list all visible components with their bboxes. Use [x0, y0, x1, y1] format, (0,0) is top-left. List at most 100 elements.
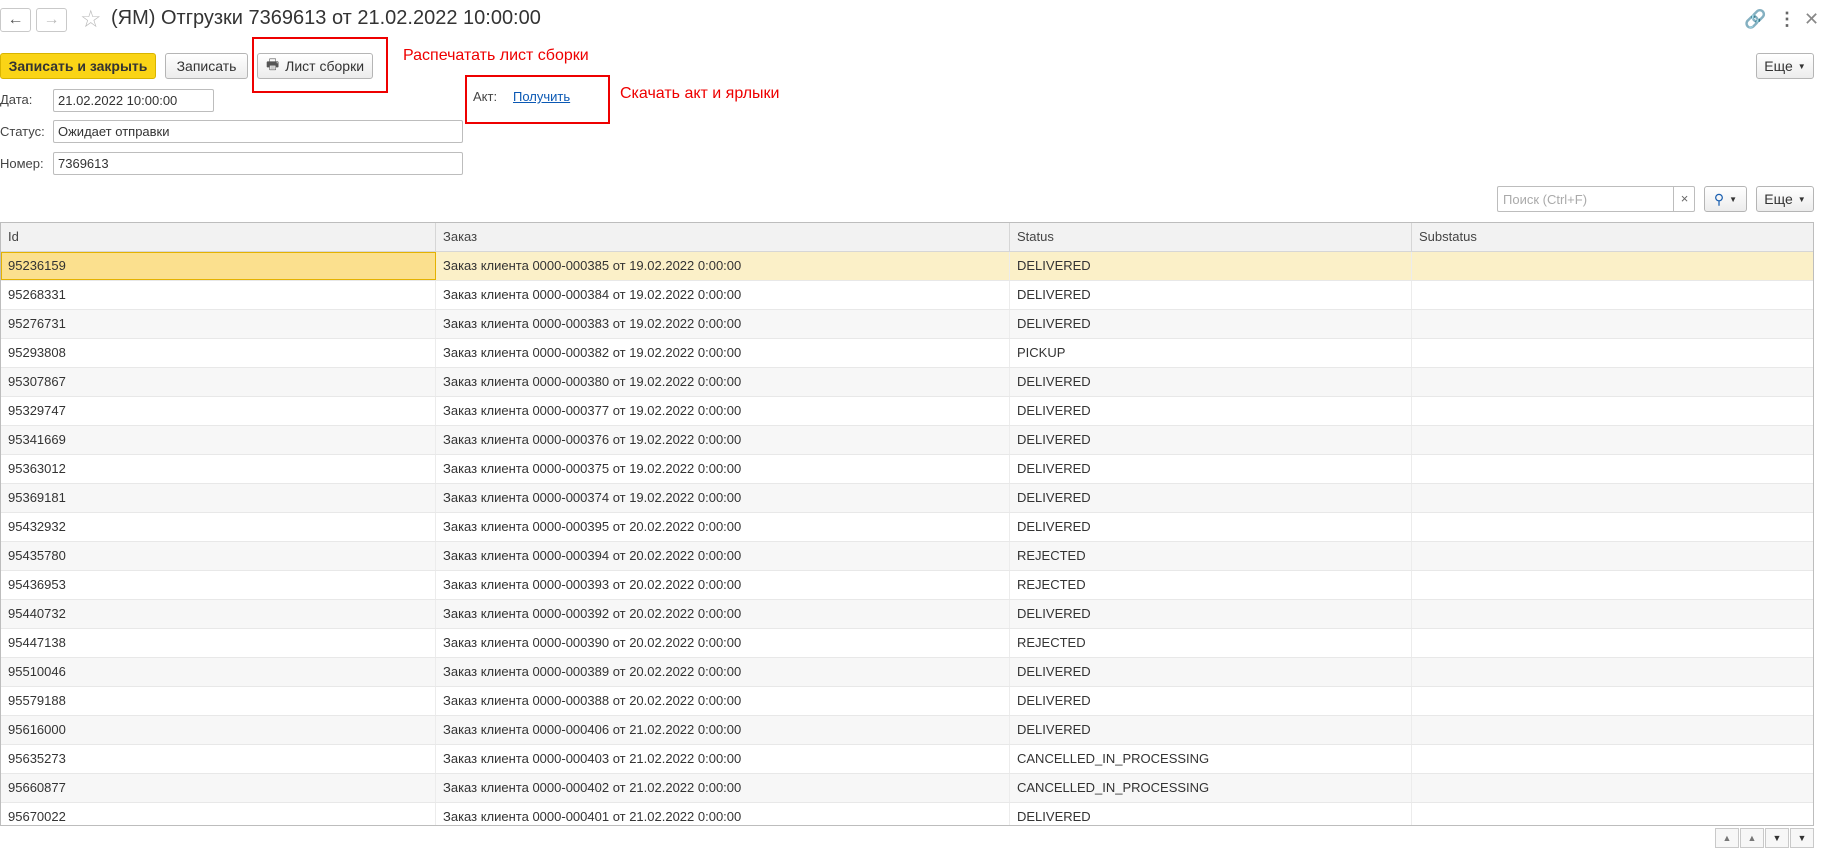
cell-substatus[interactable]	[1412, 310, 1813, 338]
clear-search-button[interactable]: ×	[1673, 187, 1695, 211]
cell-order[interactable]: Заказ клиента 0000-000392 от 20.02.2022 …	[436, 600, 1010, 628]
cell-substatus[interactable]	[1412, 455, 1813, 483]
cell-id[interactable]: 95440732	[1, 600, 436, 628]
table-row[interactable]: 95363012 Заказ клиента 0000-000375 от 19.…	[1, 455, 1813, 484]
cell-status[interactable]: REJECTED	[1010, 542, 1412, 570]
number-field[interactable]: 7369613	[53, 152, 463, 175]
cell-order[interactable]: Заказ клиента 0000-000377 от 19.02.2022 …	[436, 397, 1010, 425]
cell-status[interactable]: CANCELLED_IN_PROCESSING	[1010, 745, 1412, 773]
cell-order[interactable]: Заказ клиента 0000-000385 от 19.02.2022 …	[436, 252, 1010, 280]
cell-order[interactable]: Заказ клиента 0000-000406 от 21.02.2022 …	[436, 716, 1010, 744]
cell-order[interactable]: Заказ клиента 0000-000383 от 19.02.2022 …	[436, 310, 1010, 338]
cell-id[interactable]: 95616000	[1, 716, 436, 744]
cell-status[interactable]: DELIVERED	[1010, 368, 1412, 396]
table-row[interactable]: 95268331 Заказ клиента 0000-000384 от 19.…	[1, 281, 1813, 310]
table-row[interactable]: 95432932 Заказ клиента 0000-000395 от 20.…	[1, 513, 1813, 542]
cell-substatus[interactable]	[1412, 774, 1813, 802]
shipments-table[interactable]: Id Заказ Status Substatus 95236159 Заказ …	[0, 222, 1814, 826]
cell-substatus[interactable]	[1412, 252, 1813, 280]
cell-order[interactable]: Заказ клиента 0000-000374 от 19.02.2022 …	[436, 484, 1010, 512]
cell-substatus[interactable]	[1412, 542, 1813, 570]
cell-order[interactable]: Заказ клиента 0000-000384 от 19.02.2022 …	[436, 281, 1010, 309]
cell-order[interactable]: Заказ клиента 0000-000395 от 20.02.2022 …	[436, 513, 1010, 541]
table-row[interactable]: 95616000 Заказ клиента 0000-000406 от 21.…	[1, 716, 1813, 745]
cell-order[interactable]: Заказ клиента 0000-000394 от 20.02.2022 …	[436, 542, 1010, 570]
cell-id[interactable]: 95432932	[1, 513, 436, 541]
cell-id[interactable]: 95670022	[1, 803, 436, 825]
table-row[interactable]: 95440732 Заказ клиента 0000-000392 от 20.…	[1, 600, 1813, 629]
cell-status[interactable]: DELIVERED	[1010, 397, 1412, 425]
save-button[interactable]: Записать	[165, 53, 248, 79]
cell-substatus[interactable]	[1412, 571, 1813, 599]
table-row[interactable]: 95276731 Заказ клиента 0000-000383 от 19.…	[1, 310, 1813, 339]
cell-status[interactable]: DELIVERED	[1010, 716, 1412, 744]
cell-id[interactable]: 95329747	[1, 397, 436, 425]
cell-status[interactable]: REJECTED	[1010, 629, 1412, 657]
scroll-up-button[interactable]: ▲	[1740, 828, 1764, 848]
more-vertical-icon[interactable]: ⋮	[1778, 8, 1796, 30]
column-header-status[interactable]: Status	[1010, 223, 1412, 251]
table-row[interactable]: 95436953 Заказ клиента 0000-000393 от 20.…	[1, 571, 1813, 600]
cell-id[interactable]: 95436953	[1, 571, 436, 599]
cell-id[interactable]: 95635273	[1, 745, 436, 773]
link-icon[interactable]: 🔗	[1744, 8, 1766, 30]
save-and-close-button[interactable]: Записать и закрыть	[0, 53, 156, 79]
table-row[interactable]: 95369181 Заказ клиента 0000-000374 от 19.…	[1, 484, 1813, 513]
table-row[interactable]: 95510046 Заказ клиента 0000-000389 от 20.…	[1, 658, 1813, 687]
cell-status[interactable]: CANCELLED_IN_PROCESSING	[1010, 774, 1412, 802]
cell-order[interactable]: Заказ клиента 0000-000393 от 20.02.2022 …	[436, 571, 1010, 599]
cell-substatus[interactable]	[1412, 484, 1813, 512]
cell-order[interactable]: Заказ клиента 0000-000380 от 19.02.2022 …	[436, 368, 1010, 396]
table-row[interactable]: 95435780 Заказ клиента 0000-000394 от 20.…	[1, 542, 1813, 571]
cell-substatus[interactable]	[1412, 368, 1813, 396]
back-button[interactable]: ←	[0, 8, 31, 32]
cell-status[interactable]: DELIVERED	[1010, 281, 1412, 309]
cell-substatus[interactable]	[1412, 687, 1813, 715]
forward-button[interactable]: →	[36, 8, 67, 32]
table-row[interactable]: 95670022 Заказ клиента 0000-000401 от 21.…	[1, 803, 1813, 825]
cell-id[interactable]: 95276731	[1, 310, 436, 338]
cell-id[interactable]: 95369181	[1, 484, 436, 512]
cell-substatus[interactable]	[1412, 513, 1813, 541]
cell-status[interactable]: DELIVERED	[1010, 803, 1412, 825]
cell-order[interactable]: Заказ клиента 0000-000382 от 19.02.2022 …	[436, 339, 1010, 367]
cell-status[interactable]: REJECTED	[1010, 571, 1412, 599]
table-row[interactable]: 95329747 Заказ клиента 0000-000377 от 19.…	[1, 397, 1813, 426]
column-header-substatus[interactable]: Substatus	[1412, 223, 1813, 251]
cell-id[interactable]: 95660877	[1, 774, 436, 802]
cell-id[interactable]: 95341669	[1, 426, 436, 454]
cell-substatus[interactable]	[1412, 426, 1813, 454]
cell-substatus[interactable]	[1412, 716, 1813, 744]
search-options-button[interactable]: ⚲ ▼	[1704, 186, 1747, 212]
cell-order[interactable]: Заказ клиента 0000-000390 от 20.02.2022 …	[436, 629, 1010, 657]
cell-id[interactable]: 95510046	[1, 658, 436, 686]
scroll-down-button[interactable]: ▼	[1765, 828, 1789, 848]
cell-id[interactable]: 95307867	[1, 368, 436, 396]
cell-substatus[interactable]	[1412, 600, 1813, 628]
column-header-id[interactable]: Id	[1, 223, 436, 251]
cell-order[interactable]: Заказ клиента 0000-000402 от 21.02.2022 …	[436, 774, 1010, 802]
cell-status[interactable]: DELIVERED	[1010, 687, 1412, 715]
table-row[interactable]: 95307867 Заказ клиента 0000-000380 от 19.…	[1, 368, 1813, 397]
scroll-bottom-button[interactable]: ▼	[1790, 828, 1814, 848]
cell-id[interactable]: 95447138	[1, 629, 436, 657]
cell-order[interactable]: Заказ клиента 0000-000375 от 19.02.2022 …	[436, 455, 1010, 483]
favorite-star-icon[interactable]: ☆	[80, 6, 102, 34]
search-input[interactable]: Поиск (Ctrl+F)	[1503, 192, 1587, 207]
cell-status[interactable]: DELIVERED	[1010, 658, 1412, 686]
cell-order[interactable]: Заказ клиента 0000-000376 от 19.02.2022 …	[436, 426, 1010, 454]
cell-status[interactable]: DELIVERED	[1010, 426, 1412, 454]
cell-id[interactable]: 95293808	[1, 339, 436, 367]
scroll-top-button[interactable]: ▲	[1715, 828, 1739, 848]
cell-substatus[interactable]	[1412, 658, 1813, 686]
cell-id[interactable]: 95268331	[1, 281, 436, 309]
cell-id[interactable]: 95435780	[1, 542, 436, 570]
search-box[interactable]: Поиск (Ctrl+F) ×	[1497, 186, 1695, 212]
table-row[interactable]: 95447138 Заказ клиента 0000-000390 от 20.…	[1, 629, 1813, 658]
cell-status[interactable]: DELIVERED	[1010, 513, 1412, 541]
cell-order[interactable]: Заказ клиента 0000-000388 от 20.02.2022 …	[436, 687, 1010, 715]
close-icon[interactable]: ✕	[1804, 8, 1819, 30]
cell-id[interactable]: 95363012	[1, 455, 436, 483]
column-header-order[interactable]: Заказ	[436, 223, 1010, 251]
cell-id[interactable]: 95579188	[1, 687, 436, 715]
